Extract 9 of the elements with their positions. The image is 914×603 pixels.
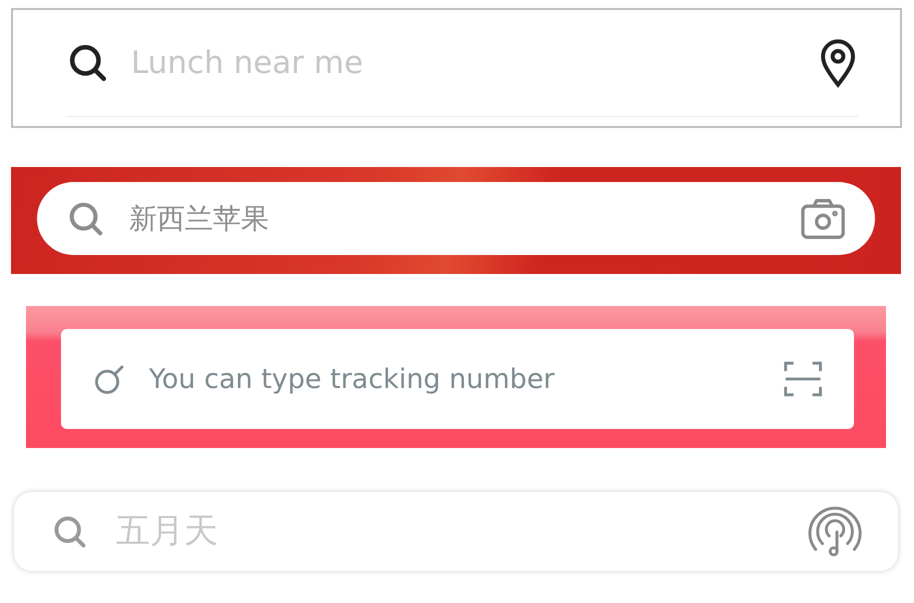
search-icon [67, 200, 105, 238]
location-pin-icon[interactable] [818, 38, 858, 88]
camera-icon[interactable] [799, 196, 847, 240]
search-input[interactable]: You can type tracking number [147, 362, 764, 396]
scan-icon[interactable] [784, 361, 822, 397]
search-icon [52, 514, 88, 550]
search-bar[interactable]: 新西兰苹果 [37, 182, 875, 255]
search-bar[interactable]: You can type tracking number [61, 329, 854, 429]
search-icon [67, 42, 109, 84]
